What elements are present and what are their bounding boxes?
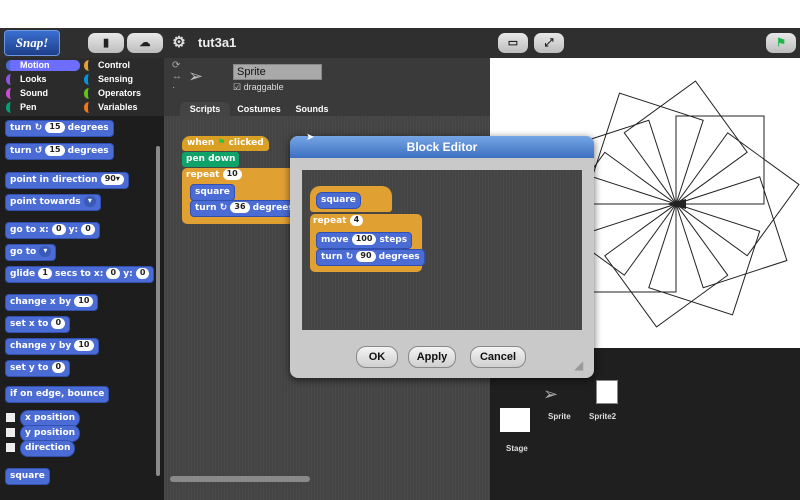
drawn-square bbox=[675, 115, 765, 205]
sprite2-thumbnail[interactable] bbox=[596, 380, 618, 404]
apply-button[interactable]: Apply bbox=[408, 346, 456, 368]
ok-button[interactable]: OK bbox=[356, 346, 398, 368]
drawn-square bbox=[591, 92, 704, 205]
category-operators[interactable]: Operators bbox=[84, 88, 158, 99]
drawn-square bbox=[648, 203, 761, 316]
category-motion[interactable]: Motion bbox=[6, 60, 80, 71]
category-pen[interactable]: Pen bbox=[6, 102, 80, 113]
turn-block[interactable]: turn ↻ 36 degrees bbox=[190, 200, 299, 217]
sprite-thumbnail[interactable]: ➢ bbox=[543, 384, 558, 405]
file-icon: ▮ bbox=[102, 37, 110, 49]
drawn-square bbox=[675, 132, 800, 257]
turn-clockwise-block[interactable]: turn ↻ 15 degrees bbox=[5, 120, 114, 137]
drawn-square bbox=[675, 176, 788, 289]
expand-icon: ⤢ bbox=[544, 37, 554, 49]
project-title: tut3a1 bbox=[198, 35, 237, 50]
dialog-repeat-label: repeat 4 bbox=[313, 214, 364, 229]
checkbox-icon: ☑ bbox=[233, 82, 242, 92]
resize-handle-icon[interactable]: ◢ bbox=[574, 358, 583, 372]
glide-block[interactable]: glide 1 secs to x: 0 y: 0 bbox=[5, 266, 155, 283]
point-towards-block[interactable]: point towards ▾ bbox=[5, 194, 101, 211]
block-palette: turn ↻ 15 degrees turn ↺ 15 degrees poin… bbox=[0, 116, 164, 500]
scripts-scrollbar[interactable] bbox=[170, 476, 310, 482]
category-control[interactable]: Control bbox=[84, 60, 158, 71]
go-to-block[interactable]: go to ▾ bbox=[5, 244, 57, 261]
rotate-cw-icon: ↻ bbox=[219, 203, 228, 213]
tab-sounds[interactable]: Sounds bbox=[290, 102, 334, 116]
checkbox[interactable] bbox=[6, 428, 15, 437]
snap-logo[interactable]: Snap! bbox=[4, 30, 60, 56]
drawn-square bbox=[604, 203, 729, 328]
turn-counterclockwise-block[interactable]: turn ↺ 15 degrees bbox=[5, 143, 114, 160]
cancel-button[interactable]: Cancel bbox=[470, 346, 526, 368]
move-steps-block[interactable]: move 100 steps bbox=[316, 232, 413, 249]
set-y-block[interactable]: set y to 0 bbox=[5, 360, 71, 377]
rotate-cw-icon: ↻ bbox=[34, 123, 43, 133]
checkbox[interactable] bbox=[6, 413, 15, 422]
green-flag-icon: ⚑ bbox=[217, 138, 226, 148]
category-variables[interactable]: Variables bbox=[84, 102, 158, 113]
dialog-turn-block[interactable]: turn ↻ 90 degrees bbox=[316, 249, 425, 266]
file-menu-button[interactable]: ▮ bbox=[88, 33, 124, 53]
stage-label: Stage bbox=[506, 444, 528, 453]
repeat-label: repeat 10 bbox=[186, 168, 242, 183]
category-sensing[interactable]: Sensing bbox=[84, 74, 158, 85]
square-prototype[interactable]: square bbox=[316, 192, 361, 209]
mouse-cursor-icon: ➤ bbox=[306, 132, 315, 143]
category-looks[interactable]: Looks bbox=[6, 74, 80, 85]
cloud-menu-button[interactable]: ☁ bbox=[127, 33, 163, 53]
bounce-block[interactable]: if on edge, bounce bbox=[5, 386, 110, 403]
draggable-toggle[interactable]: ☑ draggable bbox=[233, 82, 284, 93]
set-x-block[interactable]: set x to 0 bbox=[5, 316, 71, 333]
change-y-block[interactable]: change y by 10 bbox=[5, 338, 99, 355]
flag-icon: ⚑ bbox=[776, 37, 786, 49]
dialog-title[interactable]: Block Editor bbox=[290, 136, 594, 158]
category-sound[interactable]: Sound bbox=[6, 88, 80, 99]
direction-reporter[interactable]: direction bbox=[20, 440, 76, 457]
green-flag-button[interactable]: ⚑ bbox=[766, 33, 796, 53]
settings-button[interactable]: ⚙ bbox=[168, 33, 190, 53]
pen-down-block[interactable]: pen down bbox=[182, 152, 240, 167]
when-flag-clicked-block[interactable]: when ⚑ clicked bbox=[182, 136, 269, 151]
stage-thumbnail[interactable] bbox=[500, 408, 530, 432]
rotation-style-icons[interactable]: ⟳ ↔ · bbox=[172, 60, 182, 93]
normal-stage-icon: ▭ bbox=[507, 37, 519, 49]
drawn-square bbox=[623, 80, 748, 205]
sprite-label: Sprite bbox=[548, 412, 571, 421]
stage-size-button[interactable]: ▭ bbox=[498, 33, 528, 53]
rotate-cw-icon: ↻ bbox=[345, 252, 354, 262]
checkbox[interactable] bbox=[6, 443, 15, 452]
palette-scrollbar[interactable] bbox=[156, 146, 160, 476]
tab-scripts[interactable]: Scripts bbox=[180, 102, 230, 116]
custom-square-block[interactable]: square bbox=[5, 468, 50, 485]
sprite-name-input[interactable]: Sprite bbox=[233, 64, 322, 80]
go-to-xy-block[interactable]: go to x: 0 y: 0 bbox=[5, 222, 100, 239]
sprite2-label: Sprite2 bbox=[589, 412, 617, 421]
cloud-icon: ☁ bbox=[139, 37, 151, 49]
presentation-mode-button[interactable]: ⤢ bbox=[534, 33, 564, 53]
tab-costumes[interactable]: Costumes bbox=[232, 102, 286, 116]
change-x-block[interactable]: change x by 10 bbox=[5, 294, 99, 311]
point-in-direction-block[interactable]: point in direction 90▾ bbox=[5, 172, 129, 189]
gear-icon: ⚙ bbox=[172, 34, 186, 51]
sprite-arrow-icon: ➢ bbox=[188, 66, 204, 86]
square-call-block[interactable]: square bbox=[190, 184, 235, 201]
rotate-ccw-icon: ↺ bbox=[34, 146, 43, 156]
drawn-square bbox=[587, 203, 677, 293]
